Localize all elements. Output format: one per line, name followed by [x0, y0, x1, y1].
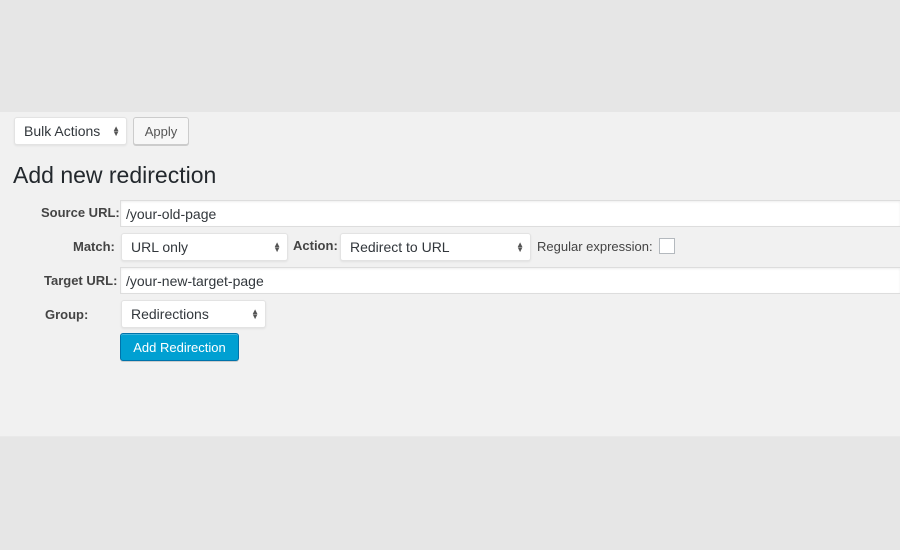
group-value: Redirections [131, 306, 209, 322]
up-down-arrows-icon: ▲ ▼ [251, 307, 259, 321]
match-select[interactable]: URL only ▲ ▼ [121, 233, 288, 261]
regex-label: Regular expression: [537, 239, 653, 254]
up-down-arrows-icon: ▲ ▼ [112, 124, 120, 138]
action-select[interactable]: Redirect to URL ▲ ▼ [340, 233, 531, 261]
action-label: Action: [293, 238, 338, 253]
target-url-label: Target URL: [44, 273, 118, 288]
group-label: Group: [45, 307, 89, 322]
add-redirection-button[interactable]: Add Redirection [120, 333, 239, 361]
match-value: URL only [131, 239, 189, 255]
page-title: Add new redirection [13, 162, 217, 188]
source-url-input[interactable]: /your-old-page [120, 200, 900, 227]
source-url-value: /your-old-page [126, 205, 217, 222]
apply-button[interactable]: Apply [133, 117, 189, 145]
action-value: Redirect to URL [350, 239, 450, 255]
target-url-value: /your-new-target-page [126, 272, 264, 289]
bulk-actions-select[interactable]: Bulk Actions ▲ ▼ [14, 117, 127, 145]
up-down-arrows-icon: ▲ ▼ [273, 240, 281, 254]
bulk-actions-value: Bulk Actions [24, 123, 101, 139]
regex-checkbox[interactable] [659, 238, 675, 254]
group-select[interactable]: Redirections ▲ ▼ [121, 300, 266, 328]
source-url-label: Source URL: [41, 205, 120, 220]
target-url-input[interactable]: /your-new-target-page [120, 267, 900, 294]
match-label: Match: [73, 239, 115, 254]
up-down-arrows-icon: ▲ ▼ [516, 240, 524, 254]
